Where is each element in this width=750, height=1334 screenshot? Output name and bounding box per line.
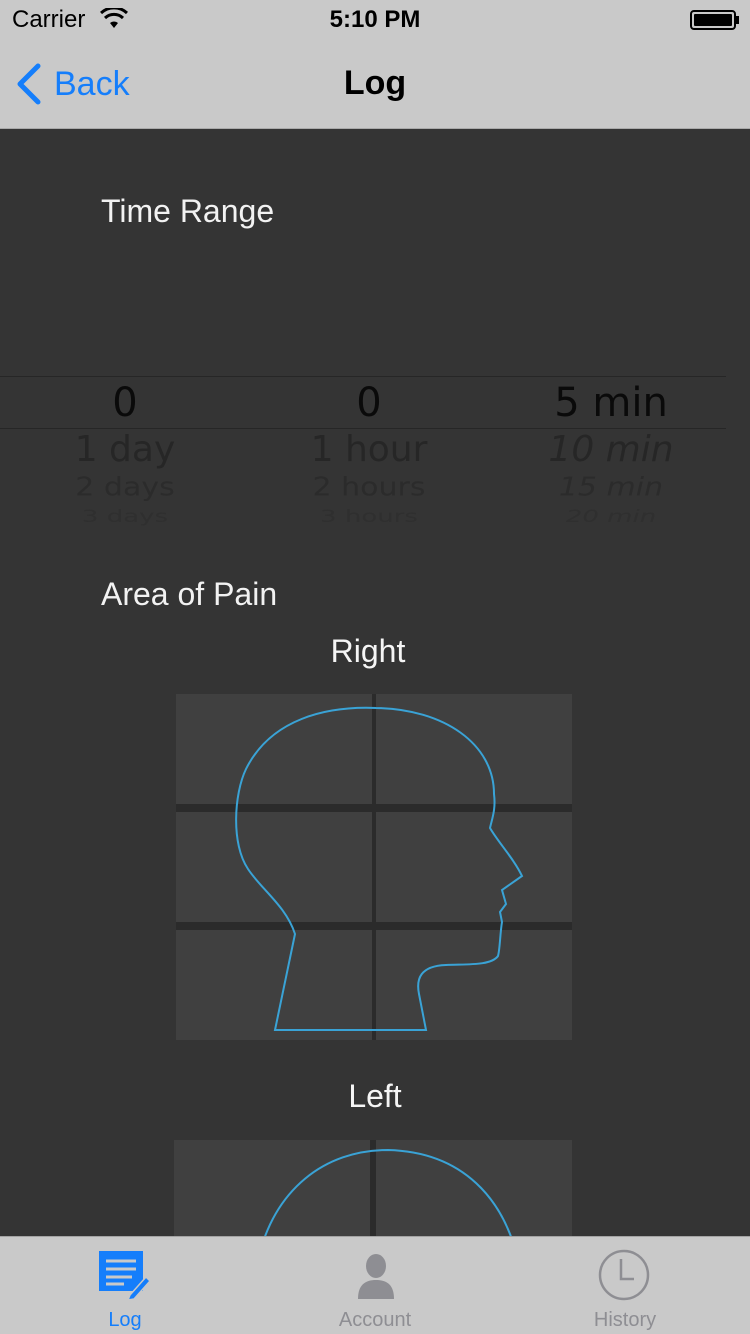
head-region-top-front[interactable] [174,1140,370,1250]
picker-option[interactable]: 3 days [0,509,250,526]
status-time: 5:10 PM [329,6,421,33]
days-picker-column[interactable]: 0 1 day 2 days 3 days [0,376,250,530]
tab-label: Account [338,1309,412,1331]
head-region-top-front[interactable] [376,694,572,804]
log-icon [99,1251,150,1301]
tab-label: Log [108,1309,142,1331]
picker-selected-value: 5 min [554,380,668,426]
status-bar: Carrier 5:10 PM [0,0,750,40]
picker-selected-value: 0 [112,380,138,426]
time-range-picker[interactable]: 0 1 day 2 days 3 days 0 1 hour 2 hours 3… [0,376,726,536]
head-region-bottom-front[interactable] [376,930,572,1040]
tab-history[interactable]: History [500,1237,750,1334]
picker-option[interactable]: 2 hours [244,473,494,504]
head-region-top-back[interactable] [176,694,372,804]
tab-account[interactable]: Account [250,1237,500,1334]
head-region-bottom-back[interactable] [176,930,372,1040]
head-region-middle-front[interactable] [376,812,572,922]
picker-option[interactable]: 1 day [0,430,250,470]
right-side-title: Right [330,633,406,669]
history-icon [598,1249,650,1301]
picker-option[interactable]: 10 min [486,430,726,470]
area-of-pain-label: Area of Pain [101,576,278,612]
time-range-label: Time Range [101,193,275,229]
tab-log[interactable]: Log [0,1237,250,1334]
minutes-picker-column[interactable]: 5 min 10 min 15 min 20 min [486,376,726,530]
picker-option[interactable]: 20 min [486,509,726,526]
navigation-bar: Back Log [0,40,750,129]
head-region-middle-back[interactable] [176,812,372,922]
picker-option[interactable]: 15 min [486,473,726,504]
picker-option[interactable]: 1 hour [244,430,494,470]
picker-selected-value: 0 [356,380,382,426]
log-screen: Carrier 5:10 PM Back Log Time Range 0 1 … [0,0,750,1334]
picker-option[interactable]: 2 days [0,473,250,504]
battery-icon [690,10,739,30]
page-title: Log [343,64,407,102]
account-icon [358,1254,394,1299]
right-head-grid [176,694,572,1040]
picker-option[interactable]: 3 hours [244,509,494,526]
tab-bar: Log Account History [0,1236,750,1334]
head-region-top-back[interactable] [376,1140,572,1250]
tab-label: History [593,1309,657,1331]
hours-picker-column[interactable]: 0 1 hour 2 hours 3 hours [244,376,494,530]
left-side-title: Left [348,1078,402,1114]
